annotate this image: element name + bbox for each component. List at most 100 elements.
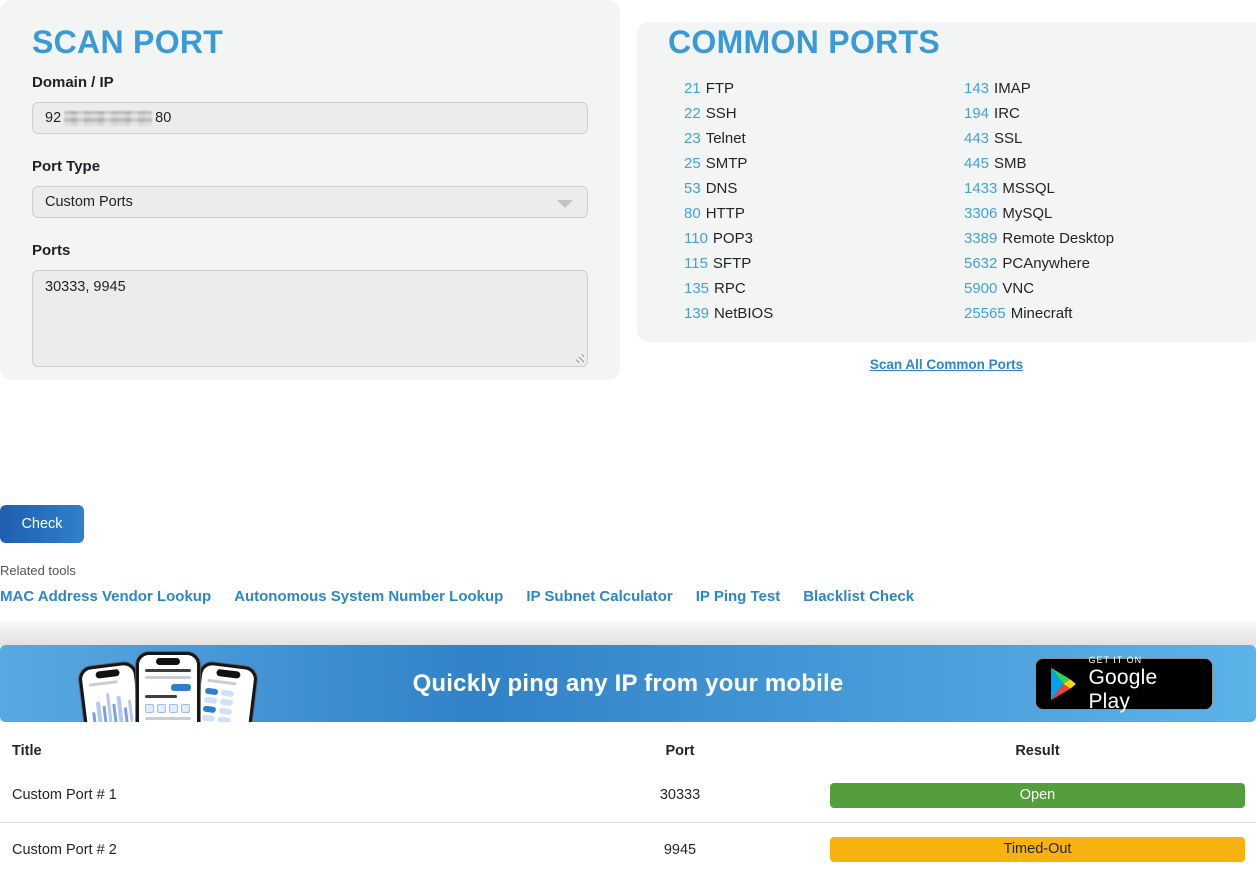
scan-all-common-ports-link[interactable]: Scan All Common Ports <box>870 357 1023 372</box>
decor-line <box>145 669 191 672</box>
row-result-cell: Open <box>740 783 1256 808</box>
redacted-ip-blur <box>64 111 152 126</box>
port-link[interactable]: 21 <box>684 80 701 97</box>
table-row: Custom Port # 1 30333 Open <box>0 768 1256 822</box>
related-link-blacklist-check[interactable]: Blacklist Check <box>803 588 914 606</box>
header-result: Result <box>740 743 1256 759</box>
port-item: 5632 PCAnywhere <box>964 251 1244 276</box>
port-type-select[interactable]: Custom Ports <box>32 186 588 218</box>
status-badge-open: Open <box>830 783 1245 808</box>
port-item: 135RPC <box>684 276 964 301</box>
decor-icon-row <box>145 704 191 713</box>
common-ports-title: COMMON PORTS <box>668 22 1244 62</box>
badge-google-play: Google Play <box>1088 666 1199 714</box>
port-service: SFTP <box>713 255 751 272</box>
common-ports-right-col: 143 IMAP 194 IRC 443 SSL 445 SMB 1433MSSQL 3… <box>964 76 1244 326</box>
ports-label: Ports <box>32 240 588 262</box>
port-service: HTTP <box>706 205 745 222</box>
google-play-icon <box>1049 667 1077 701</box>
port-item: 25 SMTP <box>684 151 964 176</box>
port-item: 3389 Remote Desktop <box>964 226 1244 251</box>
chevron-down-icon <box>557 200 573 208</box>
port-type-label: Port Type <box>32 156 588 178</box>
related-tools-label: Related tools <box>0 563 1256 579</box>
related-link-ip-ping-test[interactable]: IP Ping Test <box>696 588 780 606</box>
results-header-row: Title Port Result <box>0 722 1256 768</box>
port-link[interactable]: 194 <box>964 105 989 122</box>
port-service: NetBIOS <box>714 305 773 322</box>
check-button[interactable]: Check <box>0 505 84 543</box>
port-item: 143 IMAP <box>964 76 1244 101</box>
port-link[interactable]: 443 <box>964 130 989 147</box>
related-tools-links: MAC Address Vendor Lookup Autonomous Sys… <box>0 588 1256 606</box>
port-link[interactable]: 143 <box>964 80 989 97</box>
phone-notch <box>216 669 241 679</box>
port-link[interactable]: 3306 <box>964 205 997 222</box>
port-service: Remote Desktop <box>1002 230 1114 247</box>
phone-center <box>136 652 200 722</box>
resize-grip-icon[interactable] <box>573 352 584 363</box>
domain-ip-label: Domain / IP <box>32 72 588 94</box>
port-link[interactable]: 80 <box>684 205 701 222</box>
port-link[interactable]: 22 <box>684 105 701 122</box>
port-service: SSL <box>994 130 1022 147</box>
ports-value: 30333, 9945 <box>45 279 126 295</box>
port-link[interactable]: 5900 <box>964 280 997 297</box>
decor-line <box>145 695 177 698</box>
decor-line <box>145 676 191 679</box>
port-item: 25565Minecraft <box>964 301 1244 326</box>
port-service: VNC <box>1002 280 1034 297</box>
decor-line <box>207 679 236 685</box>
port-link[interactable]: 139 <box>684 305 709 322</box>
port-item: 1433MSSQL <box>964 176 1244 201</box>
row-result-cell: Timed-Out <box>740 837 1256 862</box>
port-service: SMTP <box>706 155 748 172</box>
port-service: PCAnywhere <box>1002 255 1090 272</box>
section-divider <box>0 622 1256 645</box>
port-link[interactable]: 25 <box>684 155 701 172</box>
related-link-mac-address-vendor-lookup[interactable]: MAC Address Vendor Lookup <box>0 588 211 606</box>
port-item: 5900 VNC <box>964 276 1244 301</box>
port-link[interactable]: 135 <box>684 280 709 297</box>
decor-line <box>145 717 191 720</box>
domain-ip-input[interactable]: 9280 <box>32 102 588 134</box>
google-play-badge[interactable]: GET IT ON Google Play <box>1035 658 1213 710</box>
common-ports-list: 21FTP 22SSH 23Telnet 25SMTP 53DNS 80HTTP… <box>668 76 1244 326</box>
port-service: IMAP <box>994 80 1031 97</box>
port-service: IRC <box>994 105 1020 122</box>
decor-line <box>89 680 118 686</box>
port-item: 139 NetBIOS <box>684 301 964 326</box>
port-link[interactable]: 445 <box>964 155 989 172</box>
table-row: Custom Port # 2 9945 Timed-Out <box>0 822 1256 876</box>
port-type-selected-value: Custom Ports <box>45 194 133 210</box>
decor-bar-chart <box>90 688 134 722</box>
status-badge-timeout: Timed-Out <box>830 837 1245 862</box>
phone-notch <box>156 658 180 665</box>
scan-results-table: Title Port Result Custom Port # 1 30333 … <box>0 722 1256 876</box>
badge-get-it-on: GET IT ON <box>1088 655 1199 666</box>
ports-textarea[interactable]: 30333, 9945 <box>32 270 588 367</box>
port-link[interactable]: 23 <box>684 130 701 147</box>
port-link[interactable]: 53 <box>684 180 701 197</box>
related-link-asn-lookup[interactable]: Autonomous System Number Lookup <box>234 588 503 606</box>
domain-ip-value-prefix: 92 <box>45 110 61 126</box>
row-port: 9945 <box>620 842 740 858</box>
common-ports-left-col: 21FTP 22SSH 23Telnet 25SMTP 53DNS 80HTTP… <box>684 76 964 326</box>
port-service: SMB <box>994 155 1027 172</box>
port-link[interactable]: 5632 <box>964 255 997 272</box>
port-link[interactable]: 25565 <box>964 305 1006 322</box>
row-title: Custom Port # 1 <box>0 787 620 803</box>
port-service: Telnet <box>706 130 746 147</box>
port-service: SSH <box>706 105 737 122</box>
header-title: Title <box>0 743 620 759</box>
port-link[interactable]: 110 <box>684 230 708 247</box>
port-item: 445 SMB <box>964 151 1244 176</box>
port-link[interactable]: 115 <box>684 255 708 272</box>
port-item: 443 SSL <box>964 126 1244 151</box>
related-link-ip-subnet-calculator[interactable]: IP Subnet Calculator <box>526 588 672 606</box>
port-item: 22 SSH <box>684 101 964 126</box>
port-link[interactable]: 1433 <box>964 180 997 197</box>
port-link[interactable]: 3389 <box>964 230 997 247</box>
scan-all-wrap: Scan All Common Ports <box>637 356 1256 374</box>
port-item: 80 HTTP <box>684 201 964 226</box>
